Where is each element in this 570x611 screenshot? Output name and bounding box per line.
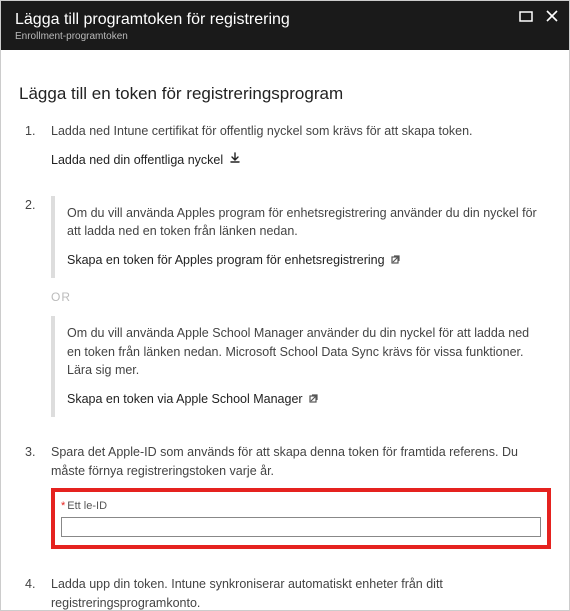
external-link-icon [391, 251, 402, 269]
external-link-icon [309, 390, 320, 408]
create-asm-token-link[interactable]: Skapa en token via Apple School Manager [67, 390, 303, 409]
step-2-block-asm: Om du vill använda Apple School Manager … [51, 316, 551, 417]
maximize-icon[interactable] [519, 9, 533, 26]
blade-panel: Lägga till programtoken för registrering… [0, 0, 570, 611]
download-icon [229, 151, 241, 169]
step-2b-body: Om du vill använda Apple School Manager … [67, 324, 543, 380]
or-separator: OR [51, 288, 551, 306]
section-title: Lägga till en token för registreringspro… [19, 84, 551, 104]
step-4: Ladda upp din token. Intune synkronisera… [19, 575, 551, 610]
step-2a-body: Om du vill använda Apples program för en… [67, 204, 543, 242]
download-public-key-link[interactable]: Ladda ned din offentliga nyckel [51, 151, 223, 170]
step-1: Ladda ned Intune certifikat för offentli… [19, 122, 551, 170]
step-3: Spara det Apple-ID som används för att s… [19, 443, 551, 549]
blade-subtitle: Enrollment-programtoken [15, 31, 555, 42]
close-icon[interactable] [545, 9, 559, 26]
blade-title: Lägga till programtoken för registrering [15, 11, 555, 29]
blade-header: Lägga till programtoken för registrering… [1, 1, 569, 50]
step-3-text: Spara det Apple-ID som används för att s… [51, 443, 551, 481]
blade-content: Lägga till en token för registreringspro… [1, 50, 569, 610]
apple-id-input[interactable] [61, 517, 541, 537]
apple-id-label: *Ett le-ID [61, 498, 541, 515]
step-2: Om du vill använda Apples program för en… [19, 196, 551, 417]
step-1-text: Ladda ned Intune certifikat för offentli… [51, 122, 551, 141]
step-2-block-dep: Om du vill använda Apples program för en… [51, 196, 551, 278]
create-dep-token-link[interactable]: Skapa en token för Apples program för en… [67, 251, 385, 270]
apple-id-highlight: *Ett le-ID [51, 488, 551, 549]
step-4-text: Ladda upp din token. Intune synkronisera… [51, 577, 443, 610]
